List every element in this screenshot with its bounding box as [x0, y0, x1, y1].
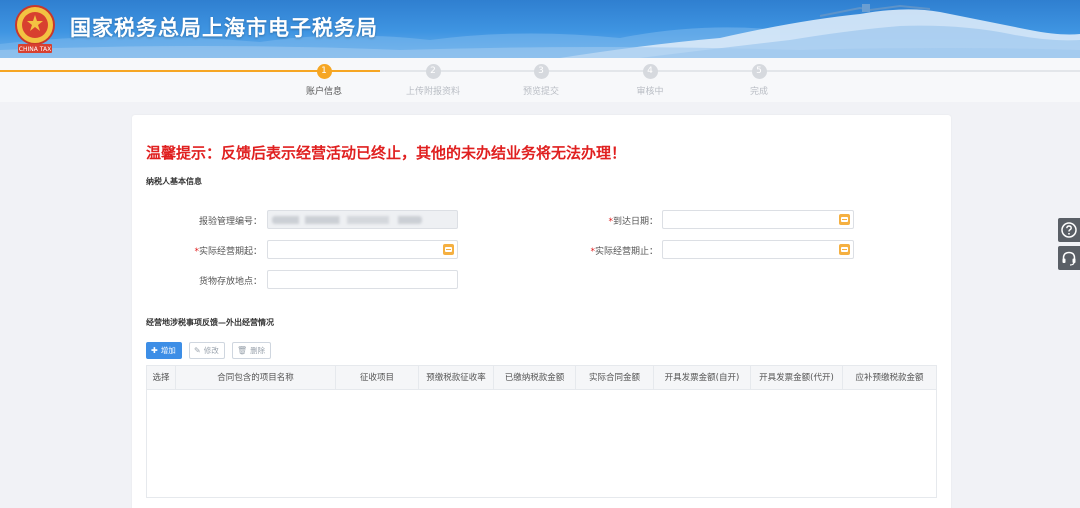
column-header-tax-due[interactable]: 应补预缴税款金额	[843, 366, 936, 390]
storage-location-label: 货物存放地点：	[198, 277, 262, 287]
plus-icon: ✚	[151, 346, 158, 355]
column-header-paid-amount[interactable]: 已缴纳税款金额	[494, 366, 576, 390]
pencil-icon: ✎	[194, 346, 201, 355]
end-date-label: *实际经营期止：	[590, 247, 658, 257]
report-no-field	[267, 210, 458, 229]
redacted-value	[272, 216, 422, 224]
step-number: 3	[533, 64, 549, 79]
step-label: 预览提交	[522, 87, 559, 97]
form-card: 温馨提示：反馈后表示经营活动已终止，其他的未办结业务将无法办理！ 纳税人基本信息…	[132, 115, 951, 508]
tax-bureau-logo: CHINA TAX	[12, 3, 58, 55]
column-header-prepaid-rate[interactable]: 预缴税款征收率	[419, 366, 494, 390]
headset-icon	[1062, 251, 1076, 266]
column-header-invoice-self[interactable]: 开具发票金额(自开)	[654, 366, 751, 390]
step-label: 审核中	[636, 87, 664, 97]
header-banner: CHINA TAX 国家税务总局上海市电子税务局	[0, 0, 1080, 58]
logo-caption: CHINA TAX	[19, 46, 51, 53]
step-label: 账户信息	[305, 87, 342, 97]
site-title: 国家税务总局上海市电子税务局	[70, 16, 378, 40]
calendar-icon[interactable]	[443, 244, 454, 255]
question-circle-icon	[1061, 222, 1077, 238]
feedback-section-title: 经营地涉税事项反馈—外出经营情况	[146, 318, 274, 327]
step-number: 4	[642, 64, 658, 79]
arrival-date-label: *到达日期：	[608, 217, 658, 227]
step-number: 1	[316, 64, 332, 79]
warning-notice: 温馨提示：反馈后表示经营活动已终止，其他的未办结业务将无法办理！	[146, 144, 627, 162]
calendar-icon[interactable]	[839, 214, 850, 225]
add-row-button[interactable]: ✚ 增加	[146, 342, 182, 359]
step-number: 5	[751, 64, 767, 79]
arrival-date-input[interactable]	[662, 210, 854, 229]
help-button[interactable]	[1058, 218, 1080, 242]
business-feedback-table: 选择 合同包含的项目名称 征收项目 预缴税款征收率 已缴纳税款金额 实际合同金额…	[146, 365, 937, 498]
column-header-contract-amount[interactable]: 实际合同金额	[576, 366, 654, 390]
column-header-project-name[interactable]: 合同包含的项目名称	[176, 366, 336, 390]
start-date-input[interactable]	[267, 240, 458, 259]
trash-icon: 🗑	[237, 346, 248, 355]
calendar-icon[interactable]	[839, 244, 850, 255]
storage-location-input[interactable]	[267, 270, 458, 289]
column-header-select[interactable]: 选择	[147, 366, 176, 390]
table-header: 选择 合同包含的项目名称 征收项目 预缴税款征收率 已缴纳税款金额 实际合同金额…	[147, 366, 936, 390]
step-under-review: 4 审核中	[605, 64, 695, 97]
progress-stepper: 1 账户信息 2 上传附报资料 3 预览提交 4 审核中 5 完成	[0, 58, 1080, 102]
step-label: 上传附报资料	[405, 87, 460, 97]
column-header-levy-item[interactable]: 征收项目	[336, 366, 419, 390]
end-date-input[interactable]	[662, 240, 854, 259]
report-no-label: 报验管理编号：	[198, 217, 262, 227]
edit-row-button[interactable]: ✎ 修改	[189, 342, 225, 359]
support-button[interactable]	[1058, 246, 1080, 270]
delete-row-button[interactable]: 🗑 删除	[232, 342, 272, 359]
step-upload-attachments: 2 上传附报资料	[388, 64, 478, 97]
basic-info-title: 纳税人基本信息	[146, 177, 202, 186]
step-account-info: 1 账户信息	[279, 64, 369, 97]
step-number: 2	[425, 64, 441, 79]
step-preview-submit: 3 预览提交	[496, 64, 586, 97]
column-header-invoice-agent[interactable]: 开具发票金额(代开)	[751, 366, 843, 390]
step-label: 完成	[749, 87, 768, 97]
start-date-label: *实际经营期起：	[194, 247, 262, 257]
step-complete: 5 完成	[714, 64, 804, 97]
